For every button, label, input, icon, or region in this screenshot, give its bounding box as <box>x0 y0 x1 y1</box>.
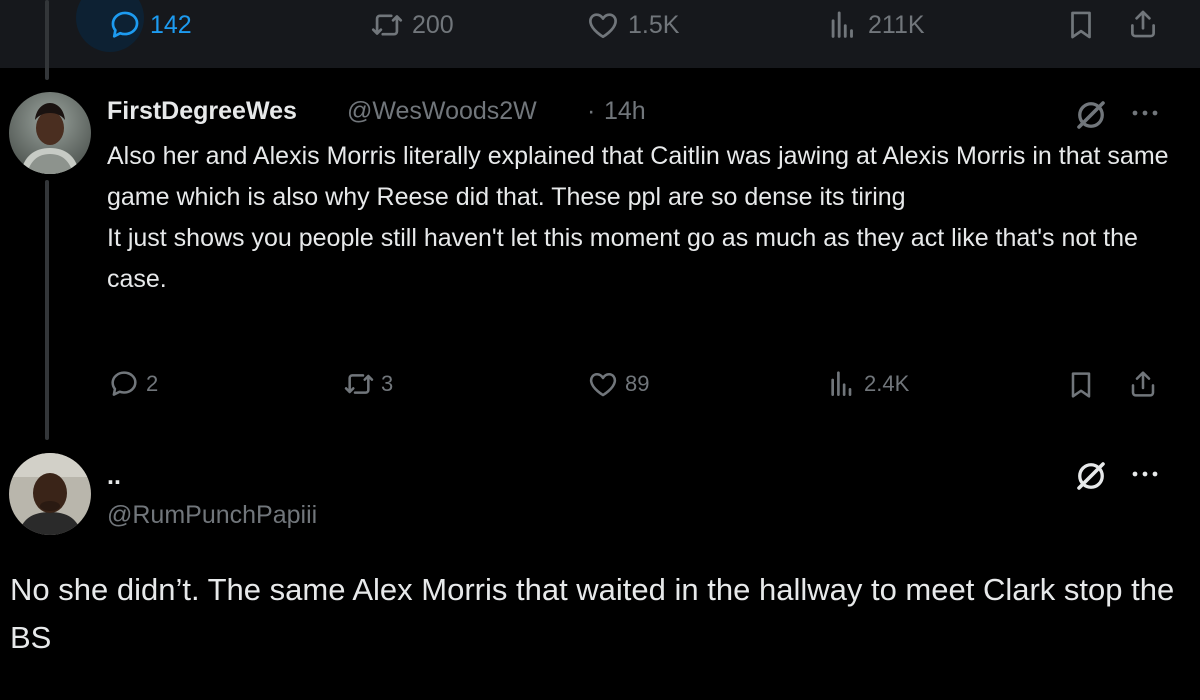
like-count: 1.5K <box>628 10 680 39</box>
avatar-image <box>9 453 91 535</box>
author-name[interactable]: FirstDegreeWes <box>107 97 297 126</box>
repost-count: 200 <box>412 10 454 39</box>
grok-icon[interactable] <box>1073 458 1109 494</box>
thread-line-top <box>45 0 49 80</box>
share-icon[interactable] <box>1127 368 1159 400</box>
reply-button[interactable]: 2 <box>108 368 158 400</box>
avatar[interactable] <box>9 453 91 535</box>
repost-icon <box>371 14 403 36</box>
views-button[interactable]: 211K <box>826 8 925 42</box>
heart-icon <box>589 373 617 397</box>
grok-icon[interactable] <box>1073 97 1109 133</box>
repost-button[interactable]: 200 <box>370 8 454 42</box>
author-handle[interactable]: @RumPunchPapiii <box>107 501 317 530</box>
views-count: 211K <box>868 10 925 39</box>
share-icon[interactable] <box>1126 7 1160 41</box>
author-handle[interactable]: @WesWoods2W <box>347 97 537 126</box>
views-icon <box>831 11 853 38</box>
author-name[interactable]: .. <box>107 462 121 491</box>
more-icon[interactable] <box>1129 462 1161 486</box>
like-button[interactable]: 89 <box>587 368 649 400</box>
bookmark-icon[interactable] <box>1065 369 1097 401</box>
like-button[interactable]: 1.5K <box>586 8 679 42</box>
reply-button[interactable]: 142 <box>76 0 192 52</box>
repost-button[interactable]: 3 <box>343 368 393 400</box>
thread-line <box>45 180 49 440</box>
reply-icon <box>111 371 137 396</box>
reply-count: 142 <box>150 10 192 39</box>
tweet-text: Also her and Alexis Morris literally exp… <box>107 142 1169 293</box>
avatar[interactable] <box>9 92 91 174</box>
reply-icon <box>111 11 139 38</box>
views-button[interactable]: 2.4K <box>826 368 909 400</box>
heart-icon <box>589 13 617 39</box>
repost-icon <box>344 374 374 394</box>
repost-count: 3 <box>381 371 394 396</box>
avatar-image <box>9 92 91 174</box>
bookmark-icon[interactable] <box>1064 8 1098 42</box>
more-icon[interactable] <box>1129 101 1161 125</box>
views-count: 2.4K <box>864 371 910 396</box>
tweet-text: No she didn’t. The same Alex Morris that… <box>10 572 1175 655</box>
views-icon <box>831 371 852 396</box>
like-count: 89 <box>625 371 650 396</box>
tweet-time[interactable]: 14h <box>604 97 646 126</box>
reply-count: 2 <box>146 371 159 396</box>
separator-dot: · <box>587 97 596 125</box>
